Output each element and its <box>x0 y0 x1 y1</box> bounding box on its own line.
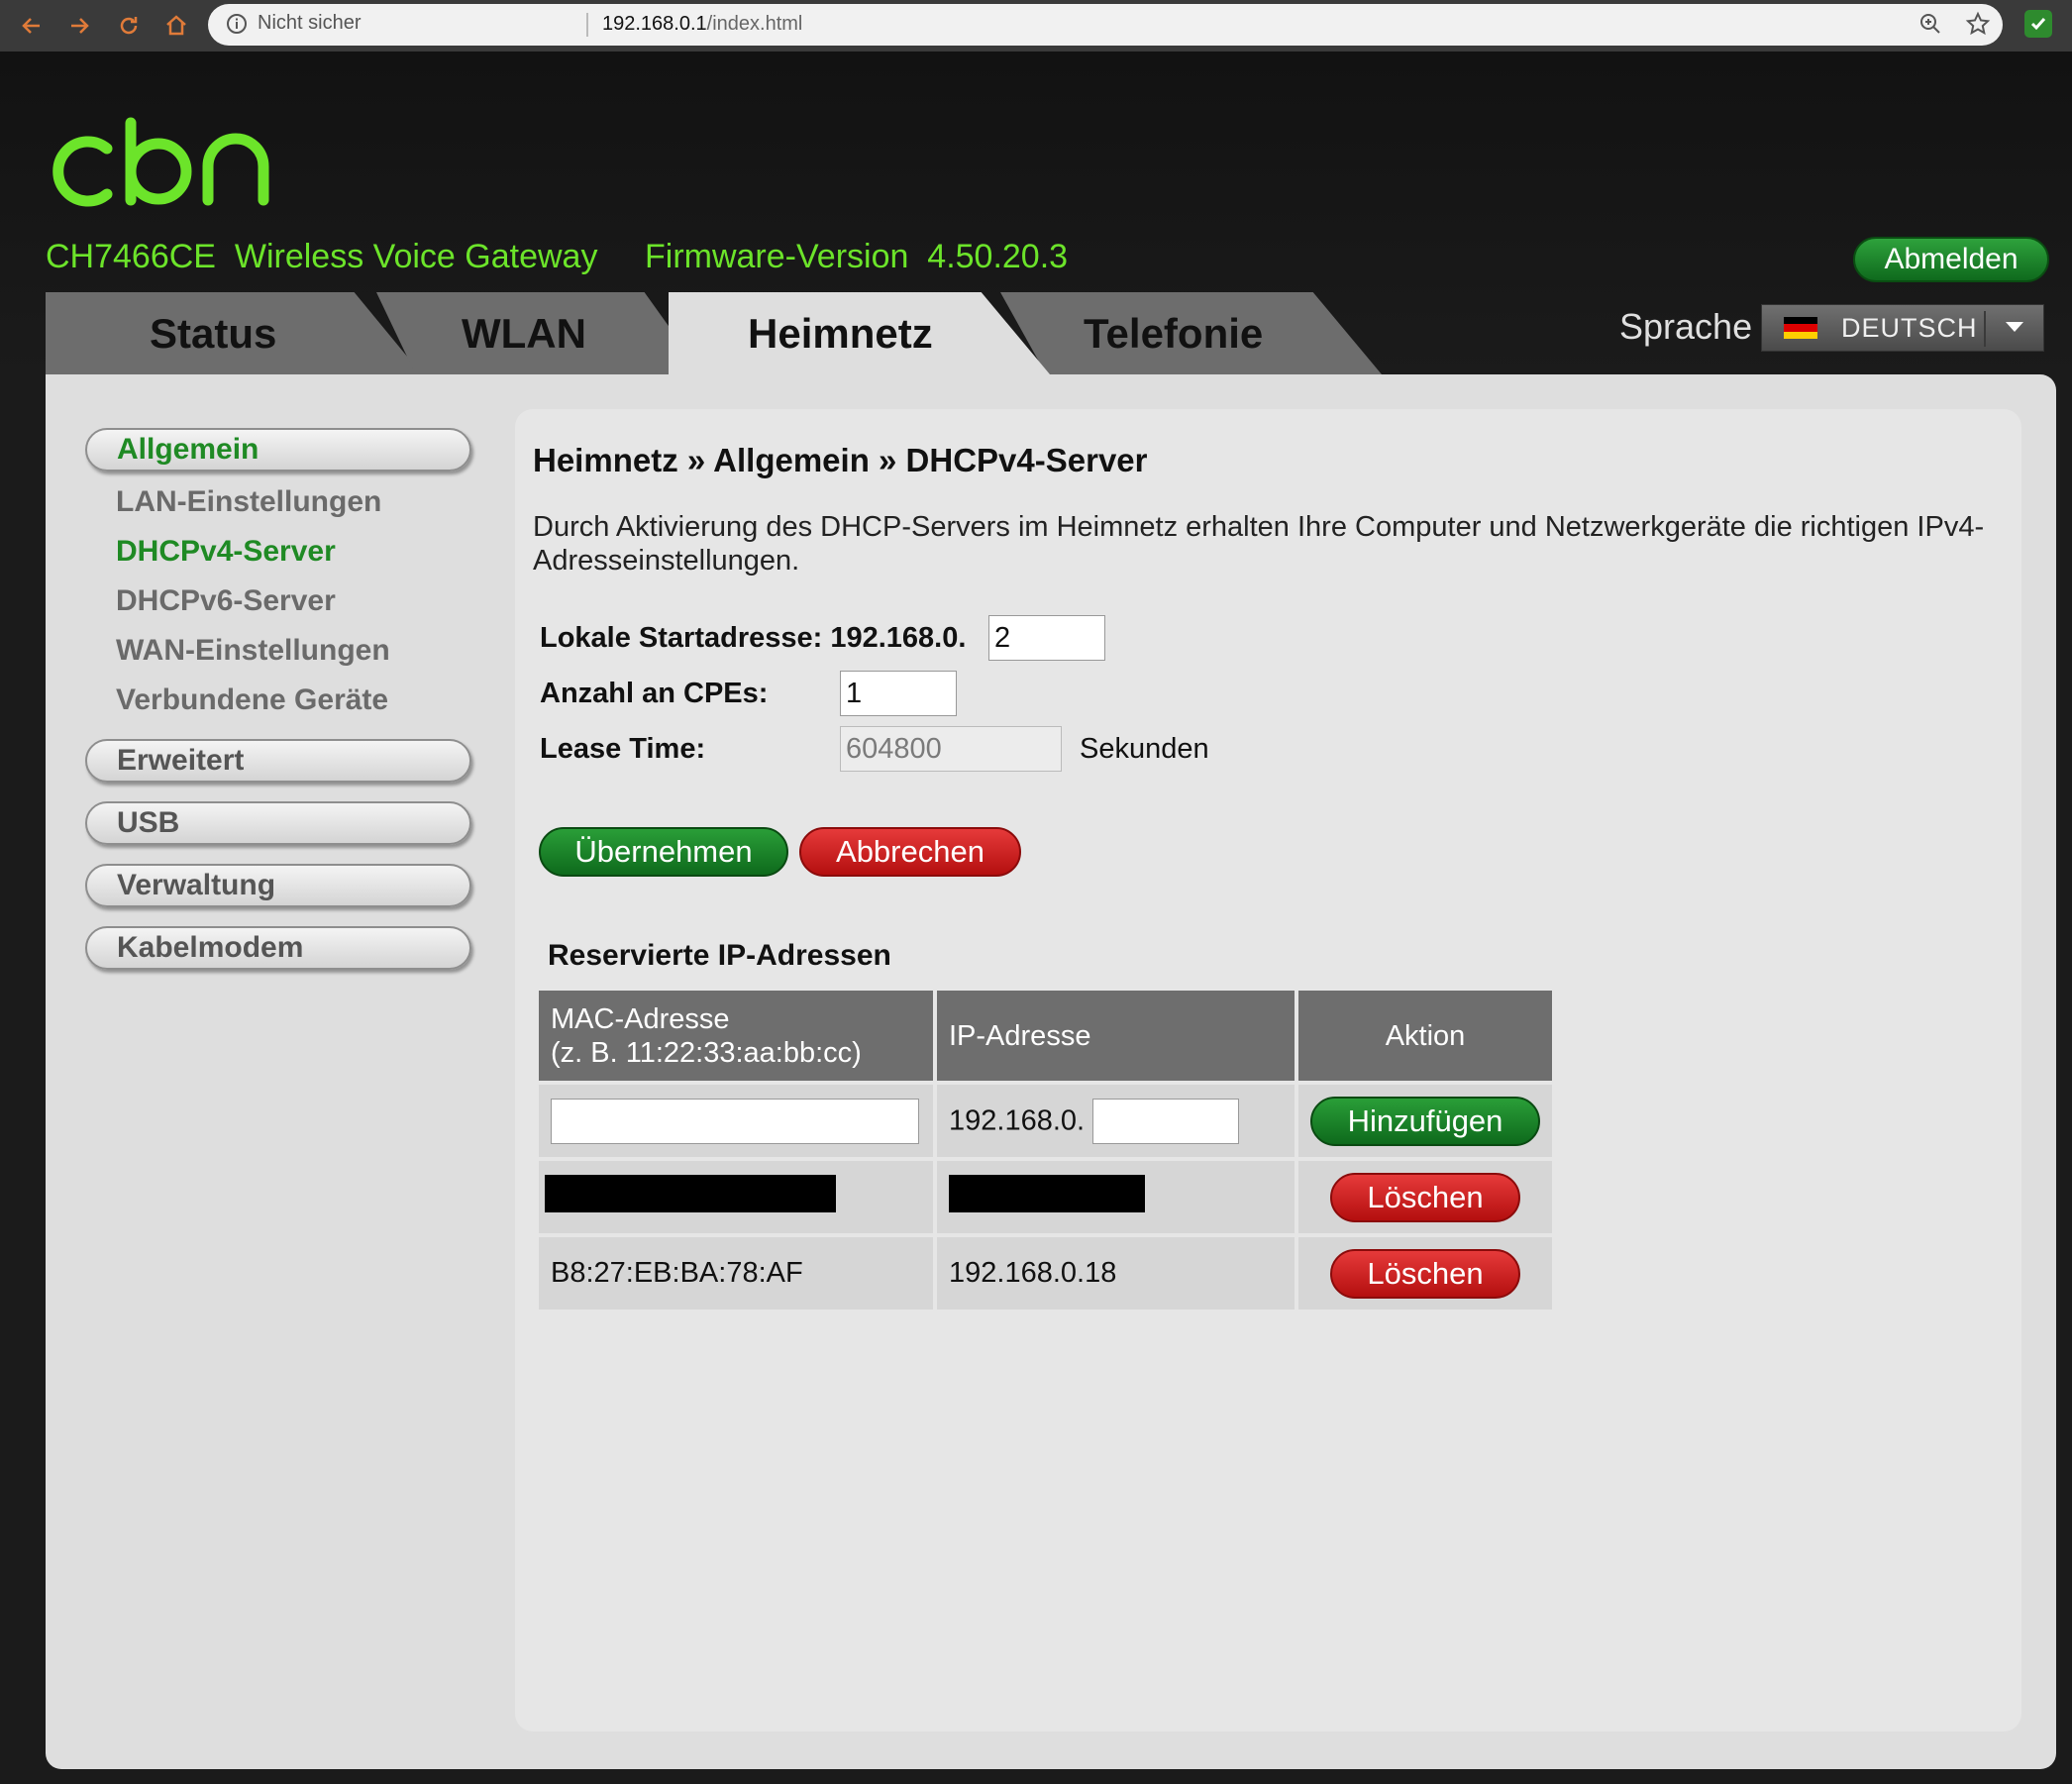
device-model: CH7466CE Wireless Voice Gateway <box>46 238 598 275</box>
delete-button[interactable]: Löschen <box>1330 1248 1520 1299</box>
ip-cell: 192.168.0.18 <box>937 1237 1295 1310</box>
lease-time-input: 604800 <box>840 726 1062 772</box>
cancel-button[interactable]: Abbrechen <box>799 827 1021 877</box>
lease-time-unit: Sekunden <box>1080 733 1209 765</box>
mac-header-label: MAC-Adresse <box>551 1002 730 1035</box>
logout-button[interactable]: Abmelden <box>1853 237 2049 282</box>
redacted-block <box>545 1174 836 1212</box>
mac-header-hint: (z. B. 11:22:33:aa:bb:cc) <box>551 1036 862 1069</box>
column-header-ip: IP-Adresse <box>937 991 1295 1081</box>
tab-label: Telefonie <box>1084 309 1264 357</box>
page-description: Durch Aktivierung des DHCP-Servers im He… <box>533 511 1985 577</box>
breadcrumb: Heimnetz » Allgemein » DHCPv4-Server <box>533 442 1148 478</box>
select-divider <box>1984 311 1986 347</box>
reload-icon[interactable] <box>111 8 147 44</box>
mac-cell: B8:27:EB:BA:78:AF <box>539 1237 933 1310</box>
table-header-row: MAC-Adresse (z. B. 11:22:33:aa:bb:cc) IP-… <box>539 991 1552 1081</box>
tab-telefonie[interactable]: Telefonie <box>1000 292 1382 374</box>
home-icon[interactable] <box>158 8 194 44</box>
address-separator <box>586 13 588 37</box>
chevron-down-icon <box>2006 322 2023 332</box>
cpe-count-label: Anzahl an CPEs: <box>540 678 769 709</box>
table-row: Löschen <box>539 1161 1552 1233</box>
sidebar-item-kabelmodem[interactable]: Kabelmodem <box>85 926 471 970</box>
mac-cell-redacted <box>539 1161 933 1233</box>
sidebar-item-verbundene-geraete[interactable]: Verbundene Geräte <box>116 683 388 717</box>
tab-label: WLAN <box>462 309 586 357</box>
reserved-ip-title: Reservierte IP-Adressen <box>548 939 891 972</box>
back-arrow-icon[interactable] <box>14 8 50 44</box>
url-text[interactable]: 192.168.0.1/index.html <box>602 13 802 36</box>
german-flag-icon <box>1784 317 1817 339</box>
delete-button[interactable]: Löschen <box>1330 1172 1520 1222</box>
url-host: 192.168.0.1 <box>602 13 707 35</box>
tab-heimnetz[interactable]: Heimnetz <box>669 292 1050 374</box>
url-path: /index.html <box>706 13 803 35</box>
delete-action-cell: Löschen <box>1298 1237 1552 1310</box>
column-header-mac: MAC-Adresse (z. B. 11:22:33:aa:bb:cc) <box>539 991 933 1081</box>
sidebar-item-dhcpv6-server[interactable]: DHCPv6-Server <box>116 584 336 618</box>
add-button[interactable]: Hinzufügen <box>1310 1096 1540 1146</box>
security-label: Nicht sicher <box>258 12 362 34</box>
tab-status[interactable]: Status <box>46 292 422 374</box>
sidebar-item-usb[interactable]: USB <box>85 801 471 845</box>
sidebar-item-lan-einstellungen[interactable]: LAN-Einstellungen <box>116 485 381 519</box>
column-header-action: Aktion <box>1298 991 1552 1081</box>
ip-cell-redacted <box>937 1161 1295 1233</box>
sidebar-item-erweitert[interactable]: Erweitert <box>85 739 471 783</box>
extension-check-icon[interactable] <box>2024 10 2052 38</box>
start-address-input[interactable]: 2 <box>988 615 1105 661</box>
lease-time-label: Lease Time: <box>540 733 706 765</box>
cpe-count-input[interactable]: 1 <box>840 671 957 716</box>
browser-toolbar: Nicht sicher 192.168.0.1/index.html <box>0 0 2072 52</box>
firmware-version: Firmware-Version 4.50.20.3 <box>645 238 1069 275</box>
security-indicator[interactable]: Nicht sicher <box>226 12 361 35</box>
tab-label: Heimnetz <box>748 309 933 357</box>
zoom-icon[interactable] <box>1917 11 1943 42</box>
start-address-label: Lokale Startadresse: 192.168.0. <box>540 622 967 654</box>
add-action-cell: Hinzufügen <box>1298 1085 1552 1157</box>
sidebar-item-verwaltung[interactable]: Verwaltung <box>85 864 471 907</box>
language-value: DEUTSCH <box>1841 312 1978 343</box>
sidebar-item-wan-einstellungen[interactable]: WAN-Einstellungen <box>116 634 390 668</box>
language-select[interactable]: DEUTSCH <box>1761 304 2044 352</box>
info-icon <box>227 13 247 34</box>
apply-button[interactable]: Übernehmen <box>539 827 788 877</box>
cbn-logo <box>48 115 285 219</box>
tab-label: Status <box>150 309 277 357</box>
table-row-new-entry: 192.168.0. Hinzufügen <box>539 1085 1552 1157</box>
forward-arrow-icon[interactable] <box>61 8 97 44</box>
mac-input-cell <box>539 1085 933 1157</box>
mac-address-input[interactable] <box>551 1098 919 1144</box>
sidebar-item-allgemein[interactable]: Allgemein <box>85 428 471 472</box>
redacted-block <box>949 1174 1145 1212</box>
address-bar[interactable]: Nicht sicher 192.168.0.1/index.html <box>208 4 2003 46</box>
table-row: B8:27:EB:BA:78:AF 192.168.0.18 Löschen <box>539 1237 1552 1310</box>
ip-suffix-input[interactable] <box>1092 1098 1240 1144</box>
reserved-ip-table: MAC-Adresse (z. B. 11:22:33:aa:bb:cc) IP-… <box>535 987 1556 1313</box>
ip-input-cell: 192.168.0. <box>937 1085 1295 1157</box>
tab-wlan[interactable]: WLAN <box>376 292 703 374</box>
sidebar-item-dhcpv4-server[interactable]: DHCPv4-Server <box>116 535 336 569</box>
ip-prefix-text: 192.168.0. <box>949 1104 1086 1136</box>
delete-action-cell: Löschen <box>1298 1161 1552 1233</box>
language-label: Sprache <box>1619 306 1753 347</box>
bookmark-star-icon[interactable] <box>1965 11 1991 42</box>
